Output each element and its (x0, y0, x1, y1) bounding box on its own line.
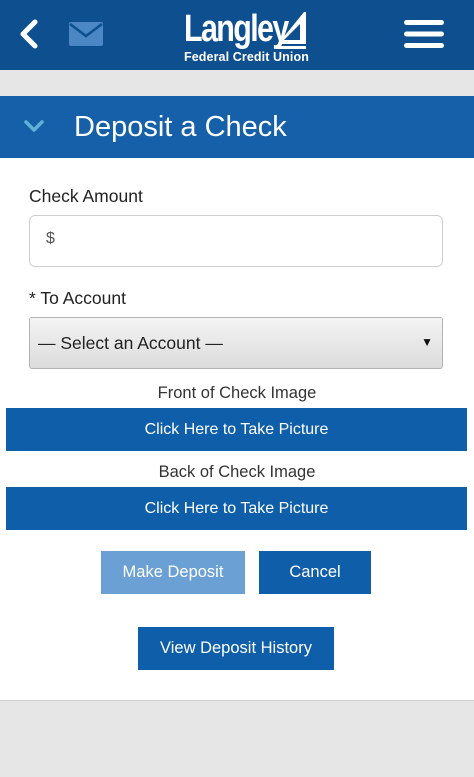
deposit-form-panel: Check Amount $ * To Account — Select an … (0, 158, 474, 701)
brand-subtitle: Federal Credit Union (184, 50, 309, 64)
account-select[interactable]: — Select an Account — ▼ (29, 317, 443, 369)
currency-prefix: $ (46, 230, 55, 247)
back-chevron-icon (20, 19, 38, 49)
section-title: Deposit a Check (74, 111, 287, 143)
brand-name: Langley (184, 8, 289, 50)
account-select-value: — Select an Account — (38, 333, 223, 353)
check-amount-label: Check Amount (29, 186, 143, 206)
back-check-caption: Back of Check Image (158, 463, 316, 481)
top-nav-bar: Langley Federal Credit Union (0, 0, 474, 70)
hamburger-menu-icon (404, 20, 444, 48)
make-deposit-button[interactable]: Make Deposit (101, 551, 245, 594)
mail-icon (69, 22, 103, 46)
menu-button[interactable] (398, 14, 450, 54)
dropdown-arrow-icon: ▼ (421, 335, 433, 349)
back-button[interactable] (12, 16, 46, 52)
chevron-down-icon (24, 120, 44, 132)
section-header[interactable]: Deposit a Check (0, 96, 474, 158)
to-account-label: * To Account (29, 288, 126, 308)
view-deposit-history-button[interactable]: View Deposit History (138, 627, 334, 670)
front-take-picture-button[interactable]: Click Here to Take Picture (6, 408, 467, 451)
mail-button[interactable] (66, 19, 106, 49)
logo-mark-icon (278, 12, 306, 49)
check-amount-input[interactable]: $ (29, 215, 443, 267)
front-check-caption: Front of Check Image (157, 384, 317, 402)
brand-logo: Langley Federal Credit Union (178, 8, 314, 66)
cancel-button[interactable]: Cancel (259, 551, 371, 594)
back-take-picture-button[interactable]: Click Here to Take Picture (6, 487, 467, 530)
header-spacer (0, 70, 474, 96)
